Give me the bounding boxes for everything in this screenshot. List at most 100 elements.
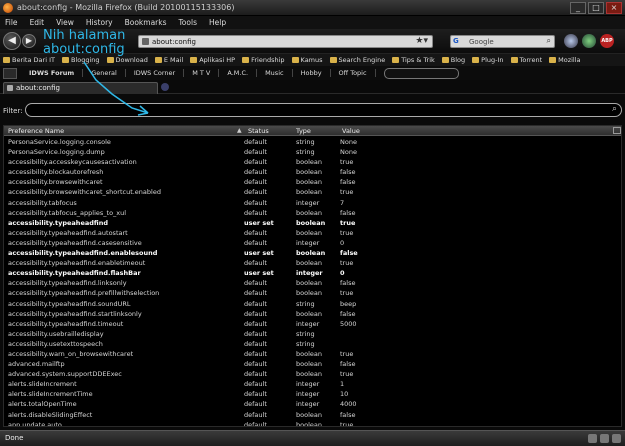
addon-globe-icon[interactable] xyxy=(564,34,578,48)
toolbar-menu-item[interactable]: Hobby xyxy=(293,69,331,77)
toolbar-menu-item[interactable]: A.M.C. xyxy=(219,69,258,77)
table-row[interactable]: accessibility.typeaheadfind.enablesound u… xyxy=(4,248,621,258)
maximize-icon[interactable]: □ xyxy=(588,2,604,14)
table-row[interactable]: accessibility.typeaheadfind.flashBar user… xyxy=(4,268,621,278)
adblock-icon[interactable]: ABP xyxy=(600,34,614,48)
folder-icon xyxy=(549,57,557,63)
back-icon[interactable]: ◀ xyxy=(3,32,21,50)
bookmark-item[interactable]: E Mail xyxy=(154,56,183,64)
table-row[interactable]: accessibility.tabfocus_applies_to_xul def… xyxy=(4,208,621,218)
pref-type: integer xyxy=(296,400,320,409)
filter-search-icon[interactable]: ⌕ xyxy=(612,104,617,114)
bookmark-item[interactable]: Blogging xyxy=(61,56,100,64)
menu-tools[interactable]: Tools xyxy=(179,18,197,27)
toolbar-menu-item[interactable]: General xyxy=(83,69,126,77)
search-bar[interactable]: G Google ⌕ xyxy=(450,35,555,48)
toolbar-menu-item[interactable]: Off Topic xyxy=(331,69,376,77)
table-row[interactable]: accessibility.typeaheadfind.prefillwiths… xyxy=(4,288,621,298)
table-row[interactable]: alerts.slideIncrementTime default integer 1… xyxy=(4,389,621,399)
table-row[interactable]: accessibility.tabfocus default integer 7 xyxy=(4,198,621,208)
status-resize-icon[interactable] xyxy=(612,434,621,443)
bookmark-star-icon[interactable]: ★▾ xyxy=(415,36,428,46)
pref-name: PersonaService.logging.dump xyxy=(8,148,105,157)
close-icon[interactable]: × xyxy=(606,2,622,14)
bookmark-item[interactable]: Mozilla xyxy=(549,56,581,64)
column-header-type[interactable]: Type xyxy=(296,127,311,135)
idws-logo[interactable] xyxy=(3,67,17,79)
bookmark-item[interactable]: Torrent xyxy=(510,56,542,64)
table-row[interactable]: accessibility.browsewithcaret_shortcut.e… xyxy=(4,187,621,197)
pref-type: integer xyxy=(296,269,323,278)
toolbar-menu-item[interactable]: IDWS Corner xyxy=(126,69,185,77)
pref-name: accessibility.typeaheadfind.soundURL xyxy=(8,299,131,308)
status-addon-icon[interactable] xyxy=(588,434,597,443)
table-row[interactable]: accessibility.blockautorefresh default boo… xyxy=(4,167,621,177)
minimize-icon[interactable]: _ xyxy=(570,2,586,14)
table-row[interactable]: alerts.totalOpenTime default integer 4000 xyxy=(4,399,621,409)
bookmark-item[interactable]: Friendship xyxy=(242,56,285,64)
menu-file[interactable]: File xyxy=(5,18,18,27)
pref-status: default xyxy=(244,158,267,167)
pref-status: default xyxy=(244,370,267,379)
table-row[interactable]: alerts.slideIncrement default integer 1 xyxy=(4,379,621,389)
bookmark-item[interactable]: Kamus xyxy=(291,56,323,64)
pref-name: advanced.mailftp xyxy=(8,360,65,369)
table-header: Preference Name ▲ Status Type Value xyxy=(4,126,621,136)
url-text[interactable]: about:config xyxy=(152,38,196,46)
bookmark-item[interactable]: Aplikasi HP xyxy=(190,56,235,64)
forward-icon[interactable]: ▶ xyxy=(22,34,36,48)
bookmark-item[interactable]: Tips & Trik xyxy=(392,56,435,64)
table-row[interactable]: accessibility.browsewithcaret default bool… xyxy=(4,177,621,187)
table-row[interactable]: accessibility.usetexttospeech default stri… xyxy=(4,339,621,349)
column-picker-icon[interactable] xyxy=(613,127,621,134)
table-row[interactable]: PersonaService.logging.console default str… xyxy=(4,137,621,147)
table-row[interactable]: accessibility.usebrailledisplay default st… xyxy=(4,329,621,339)
table-row[interactable]: accessibility.typeaheadfind.timeout defau… xyxy=(4,319,621,329)
table-row[interactable]: accessibility.typeaheadfind.casesensitiv… xyxy=(4,238,621,248)
pref-name: app.update.auto xyxy=(8,420,62,427)
addon-green-icon[interactable] xyxy=(582,34,596,48)
toolbar-search-input[interactable] xyxy=(383,67,459,79)
table-row[interactable]: alerts.disableSlidingEffect default boolea… xyxy=(4,410,621,420)
bookmark-item[interactable]: Blog xyxy=(441,56,465,64)
menu-view[interactable]: View xyxy=(56,18,74,27)
google-icon[interactable]: G xyxy=(453,37,463,46)
table-row[interactable]: accessibility.typeaheadfind.enabletimeou… xyxy=(4,258,621,268)
status-security-icon[interactable] xyxy=(600,434,609,443)
bookmark-item[interactable]: Download xyxy=(106,56,148,64)
table-rows: PersonaService.logging.console default str… xyxy=(4,137,621,427)
column-header-value[interactable]: Value xyxy=(342,127,360,135)
table-row[interactable]: app.update.auto default boolean true xyxy=(4,420,621,427)
table-row[interactable]: accessibility.typeaheadfind.linksonly def… xyxy=(4,278,621,288)
table-row[interactable]: accessibility.typeaheadfind.soundURL defa… xyxy=(4,299,621,309)
menu-edit[interactable]: Edit xyxy=(30,18,45,27)
sort-arrow-icon[interactable]: ▲ xyxy=(237,127,242,134)
search-icon[interactable]: ⌕ xyxy=(547,36,551,46)
pref-name: alerts.disableSlidingEffect xyxy=(8,410,93,419)
toolbar-menu-item[interactable]: M T V xyxy=(184,69,220,77)
table-row[interactable]: advanced.system.supportDDEExec default boo… xyxy=(4,369,621,379)
toolbar-menu-item[interactable]: IDWS Forum xyxy=(21,69,84,77)
bookmark-item[interactable]: Berita Dari IT xyxy=(3,56,55,64)
bookmark-item[interactable]: Search Engine xyxy=(329,56,385,64)
filter-input[interactable]: ⌕ xyxy=(25,103,622,117)
table-row[interactable]: accessibility.typeaheadfind user set boole… xyxy=(4,218,621,228)
table-row[interactable]: accessibility.warn_on_browsewithcaret def… xyxy=(4,349,621,359)
column-header-name[interactable]: Preference Name xyxy=(8,127,64,135)
pref-type: boolean xyxy=(296,168,322,177)
bookmark-item[interactable]: Plug-In xyxy=(472,56,504,64)
table-row[interactable]: accessibility.typeaheadfind.autostart def… xyxy=(4,228,621,238)
menu-help[interactable]: Help xyxy=(209,18,226,27)
column-header-status[interactable]: Status xyxy=(248,127,269,135)
menu-history[interactable]: History xyxy=(86,18,113,27)
search-placeholder[interactable]: Google xyxy=(469,38,494,46)
toolbar-menu-item[interactable]: Music xyxy=(257,69,293,77)
table-row[interactable]: advanced.mailftp default boolean false xyxy=(4,359,621,369)
table-row[interactable]: accessibility.accesskeycausesactivation d… xyxy=(4,157,621,167)
menu-bookmarks[interactable]: Bookmarks xyxy=(125,18,167,27)
tab-about-config[interactable]: about:config xyxy=(3,82,158,94)
table-row[interactable]: PersonaService.logging.dump default string… xyxy=(4,147,621,157)
new-tab-icon[interactable] xyxy=(161,83,169,91)
table-row[interactable]: accessibility.typeaheadfind.startlinkson… xyxy=(4,309,621,319)
url-bar[interactable]: about:config ★▾ xyxy=(138,35,433,48)
